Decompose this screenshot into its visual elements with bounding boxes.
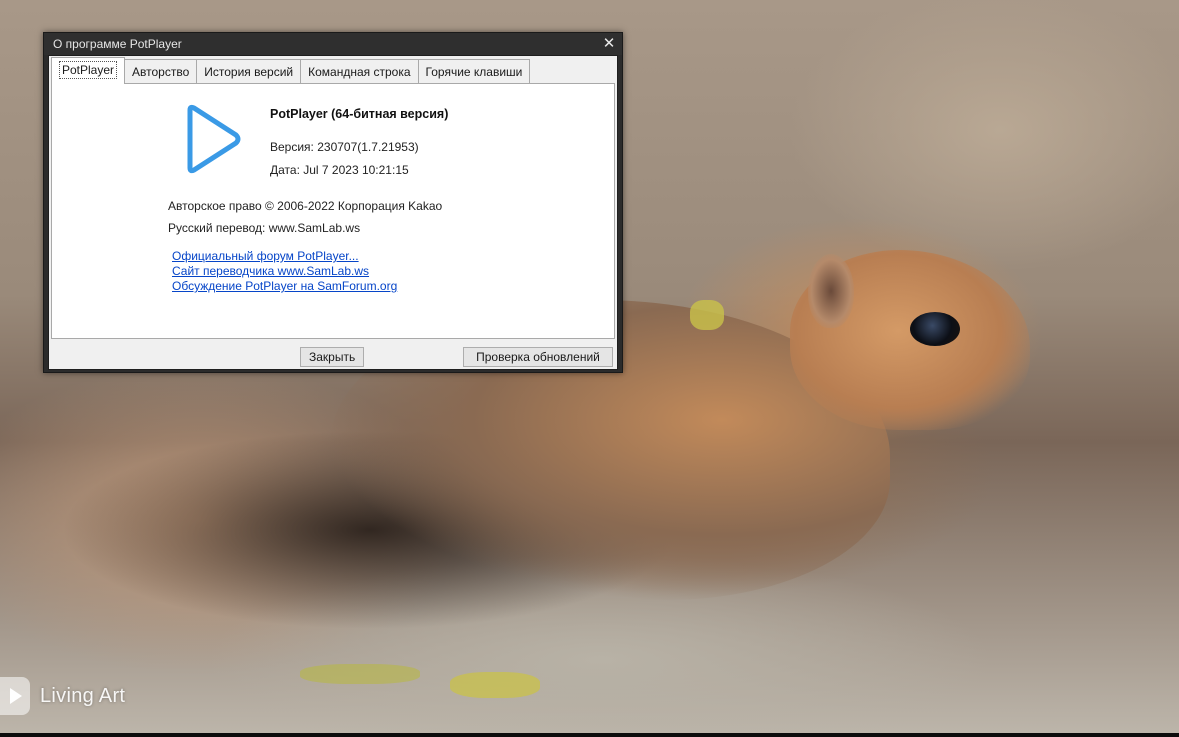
close-icon[interactable]: ✕ — [600, 35, 618, 53]
about-panel: PotPlayer (64-битная версия) Версия: 230… — [51, 83, 615, 339]
video-chipmunk-ear — [808, 254, 854, 328]
video-moss — [300, 664, 420, 684]
video-moss — [450, 672, 540, 698]
link-translator-site[interactable]: Сайт переводчика www.SamLab.ws — [172, 264, 397, 279]
app-name: PotPlayer (64-битная версия) — [270, 107, 449, 121]
watermark-text: Living Art — [40, 684, 126, 707]
tab-strip: PotPlayer Авторство История версий Коман… — [51, 57, 531, 84]
link-official-forum[interactable]: Официальный форум PotPlayer... — [172, 249, 397, 264]
dialog-footer: Закрыть Проверка обновлений — [49, 340, 617, 369]
copyright-text: Авторское право © 2006-2022 Корпорация K… — [168, 199, 443, 213]
tab-command-line[interactable]: Командная строка — [300, 59, 419, 83]
dialog-titlebar[interactable]: О программе PotPlayer ✕ — [44, 33, 622, 55]
dialog-title: О программе PotPlayer — [53, 37, 182, 51]
dialog-client-area: PotPlayer Авторство История версий Коман… — [48, 55, 618, 370]
build-date-text: Дата: Jul 7 2023 10:21:15 — [270, 163, 409, 177]
video-watermark: Living Art — [0, 676, 125, 716]
check-updates-button[interactable]: Проверка обновлений — [463, 347, 613, 367]
translation-credit: Русский перевод: www.SamLab.ws — [168, 221, 361, 235]
video-moss — [690, 300, 724, 330]
bottom-edge — [0, 733, 1179, 737]
tab-authorship[interactable]: Авторство — [124, 59, 198, 83]
tab-potplayer[interactable]: PotPlayer — [51, 57, 126, 84]
tab-version-history[interactable]: История версий — [196, 59, 302, 83]
link-samforum-discussion[interactable]: Обсуждение PotPlayer на SamForum.org — [172, 279, 397, 294]
links-list: Официальный форум PotPlayer... Сайт пере… — [172, 249, 397, 294]
about-dialog: О программе PotPlayer ✕ PotPlayer Авторс… — [43, 32, 623, 373]
tab-hotkeys[interactable]: Горячие клавиши — [417, 59, 531, 83]
video-chipmunk-eye — [910, 312, 960, 346]
potplayer-play-logo-icon — [187, 104, 241, 174]
version-text: Версия: 230707(1.7.21953) — [270, 140, 419, 154]
tab-label: PotPlayer — [59, 61, 118, 79]
close-button[interactable]: Закрыть — [300, 347, 364, 367]
watermark-play-icon — [0, 677, 30, 715]
